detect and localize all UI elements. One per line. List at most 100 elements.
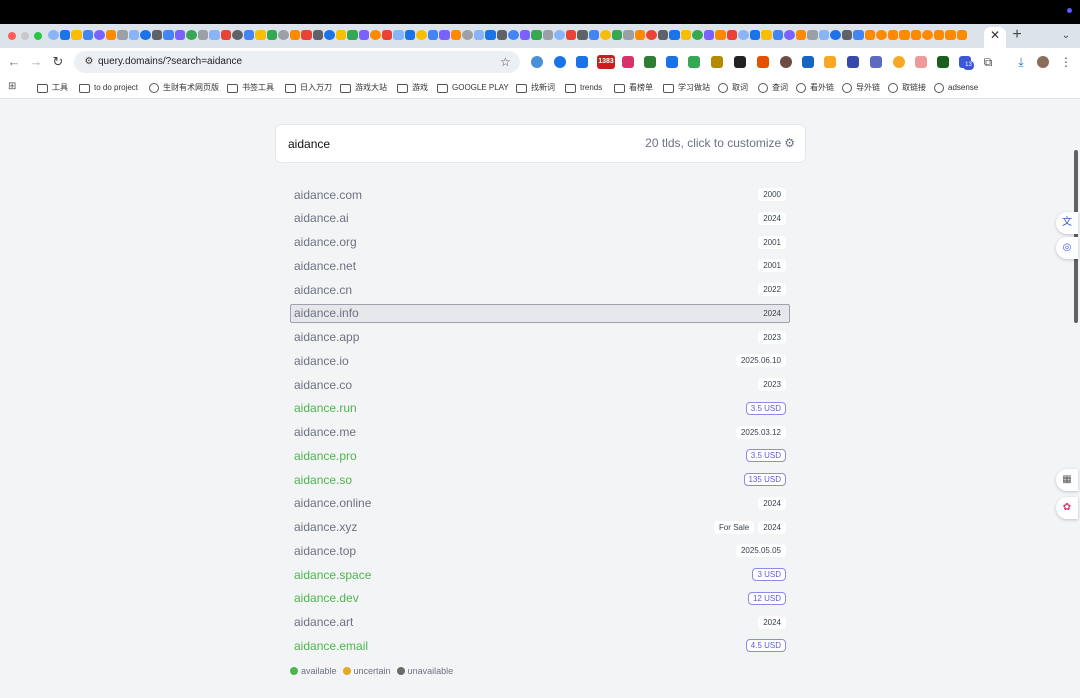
bookmark-item[interactable]: 生财有术网页版	[149, 81, 219, 95]
panel-extension-icon[interactable]	[802, 56, 814, 68]
tab-favicon-icon[interactable]	[899, 30, 910, 40]
domain-row[interactable]: aidance.so 135 USD	[290, 470, 790, 489]
tab-favicon-icon[interactable]	[381, 30, 392, 40]
tab-favicon-icon[interactable]	[542, 30, 553, 40]
bw-extension-icon[interactable]	[644, 56, 656, 68]
domain-row[interactable]: aidance.me 2025.03.12	[290, 423, 790, 442]
domain-row[interactable]: aidance.art 2024	[290, 613, 790, 632]
tab-favicon-icon[interactable]	[508, 30, 519, 40]
tab-favicon-icon[interactable]	[715, 30, 726, 40]
apps-grid-icon[interactable]: ⊞	[8, 82, 18, 92]
domain-name[interactable]: aidance.com	[294, 188, 362, 202]
search-input[interactable]	[288, 135, 588, 153]
tab-favicon-icon[interactable]	[94, 30, 105, 40]
bookmark-extension-icon[interactable]	[666, 56, 678, 68]
domain-row[interactable]: aidance.app 2023	[290, 328, 790, 347]
domain-name[interactable]: aidance.email	[294, 639, 368, 653]
tab-favicon-icon[interactable]	[853, 30, 864, 40]
price-badge[interactable]: 3.5 USD	[745, 401, 786, 415]
reload-icon[interactable]: ↻	[51, 55, 65, 69]
tab-favicon-icon[interactable]	[324, 30, 335, 40]
domain-row[interactable]: aidance.ai 2024	[290, 209, 790, 228]
tab-favicon-icon[interactable]	[220, 30, 231, 40]
tab-favicon-icon[interactable]	[554, 30, 565, 40]
price-badge[interactable]: 3 USD	[752, 568, 786, 581]
domain-row[interactable]: aidance.run 3.5 USD	[290, 399, 790, 418]
minimize-window-button[interactable]	[21, 32, 29, 40]
tab-favicon-icon[interactable]	[772, 30, 783, 40]
tab-favicon-icon[interactable]	[749, 30, 760, 40]
domain-name[interactable]: aidance.net	[294, 259, 356, 273]
tab-favicon-icon[interactable]	[197, 30, 208, 40]
domain-name[interactable]: aidance.art	[294, 615, 353, 629]
pink-extension-icon[interactable]	[622, 56, 634, 68]
domain-row[interactable]: aidance.xyz For Sale 2024	[290, 518, 790, 537]
download-icon[interactable]: ⤓	[1014, 55, 1028, 69]
bookmark-star-icon[interactable]: ☆	[500, 55, 511, 69]
tab-favicon-icon[interactable]	[312, 30, 323, 40]
tab-favicon-icon[interactable]	[301, 30, 312, 40]
bookmark-item[interactable]: 书签工具	[227, 81, 274, 95]
sync-extension-icon[interactable]	[554, 56, 566, 68]
tab-favicon-icon[interactable]	[496, 30, 507, 40]
tab-favicon-icon[interactable]	[289, 30, 300, 40]
domain-name[interactable]: aidance.online	[294, 496, 371, 510]
tab-favicon-icon[interactable]	[48, 30, 59, 40]
translate-widget-icon[interactable]: 文	[1056, 212, 1078, 234]
tab-favicon-icon[interactable]	[703, 30, 714, 40]
price-badge[interactable]: 3.5 USD	[745, 449, 786, 463]
ai-widget-icon[interactable]: ✿	[1056, 497, 1078, 519]
domain-name[interactable]: aidance.info	[294, 306, 359, 320]
tab-favicon-icon[interactable]	[887, 30, 898, 40]
tab-favicons[interactable]	[48, 30, 984, 42]
profile-avatar[interactable]	[1037, 56, 1049, 68]
tab-favicon-icon[interactable]	[370, 30, 381, 40]
domain-name[interactable]: aidance.cn	[294, 283, 352, 297]
tab-favicon-icon[interactable]	[232, 30, 243, 40]
bookmark-item[interactable]: 找新词	[516, 81, 555, 95]
tab-favicon-icon[interactable]	[59, 30, 70, 40]
tab-favicon-icon[interactable]	[738, 30, 749, 40]
tab-favicon-icon[interactable]	[117, 30, 128, 40]
tab-favicon-icon[interactable]	[335, 30, 346, 40]
tab-favicon-icon[interactable]	[565, 30, 576, 40]
tab-favicon-icon[interactable]	[439, 30, 450, 40]
domain-row[interactable]: aidance.online 2024	[290, 494, 790, 513]
tab-favicon-icon[interactable]	[358, 30, 369, 40]
tab-favicon-icon[interactable]	[427, 30, 438, 40]
tab-favicon-icon[interactable]	[611, 30, 622, 40]
a-extension-icon[interactable]	[688, 56, 700, 68]
tab-favicon-icon[interactable]	[278, 30, 289, 40]
tab-favicon-icon[interactable]	[151, 30, 162, 40]
domain-name[interactable]: aidance.co	[294, 378, 352, 392]
domain-row[interactable]: aidance.com 2000	[290, 185, 790, 204]
tab-favicon-icon[interactable]	[588, 30, 599, 40]
bookmark-item[interactable]: 查词	[758, 81, 788, 95]
bookmark-item[interactable]: 日入万刀	[285, 81, 332, 95]
bookmark-item[interactable]: to do project	[79, 81, 138, 95]
tab-favicon-icon[interactable]	[945, 30, 956, 40]
tab-favicon-icon[interactable]	[82, 30, 93, 40]
price-badge[interactable]: 4.5 USD	[745, 639, 786, 653]
a-red-extension-icon[interactable]	[915, 56, 927, 68]
bookmark-item[interactable]: 游戏	[397, 81, 428, 95]
bookmark-item[interactable]: 取词	[718, 81, 748, 95]
tab-favicon-icon[interactable]	[105, 30, 116, 40]
for-sale-badge[interactable]: For Sale	[713, 520, 755, 534]
extensions-puzzle-icon[interactable]: ⧉	[981, 55, 995, 69]
tab-favicon-icon[interactable]	[347, 30, 358, 40]
tab-favicon-icon[interactable]	[266, 30, 277, 40]
tab-search-icon[interactable]: ⌄	[1059, 29, 1073, 43]
dark-extension-icon[interactable]	[937, 56, 949, 68]
domain-name[interactable]: aidance.dev	[294, 591, 359, 605]
domain-name[interactable]: aidance.space	[294, 568, 371, 582]
tab-favicon-icon[interactable]	[680, 30, 691, 40]
tab-favicon-icon[interactable]	[577, 30, 588, 40]
domain-row[interactable]: aidance.io 2025.06.10	[290, 351, 790, 370]
domain-name[interactable]: aidance.app	[294, 330, 359, 344]
domain-row[interactable]: aidance.email 4.5 USD	[290, 636, 790, 655]
tab-favicon-icon[interactable]	[692, 30, 703, 40]
tab-favicon-icon[interactable]	[186, 30, 197, 40]
domain-name[interactable]: aidance.me	[294, 425, 356, 439]
seo-extension-icon[interactable]	[847, 56, 859, 68]
